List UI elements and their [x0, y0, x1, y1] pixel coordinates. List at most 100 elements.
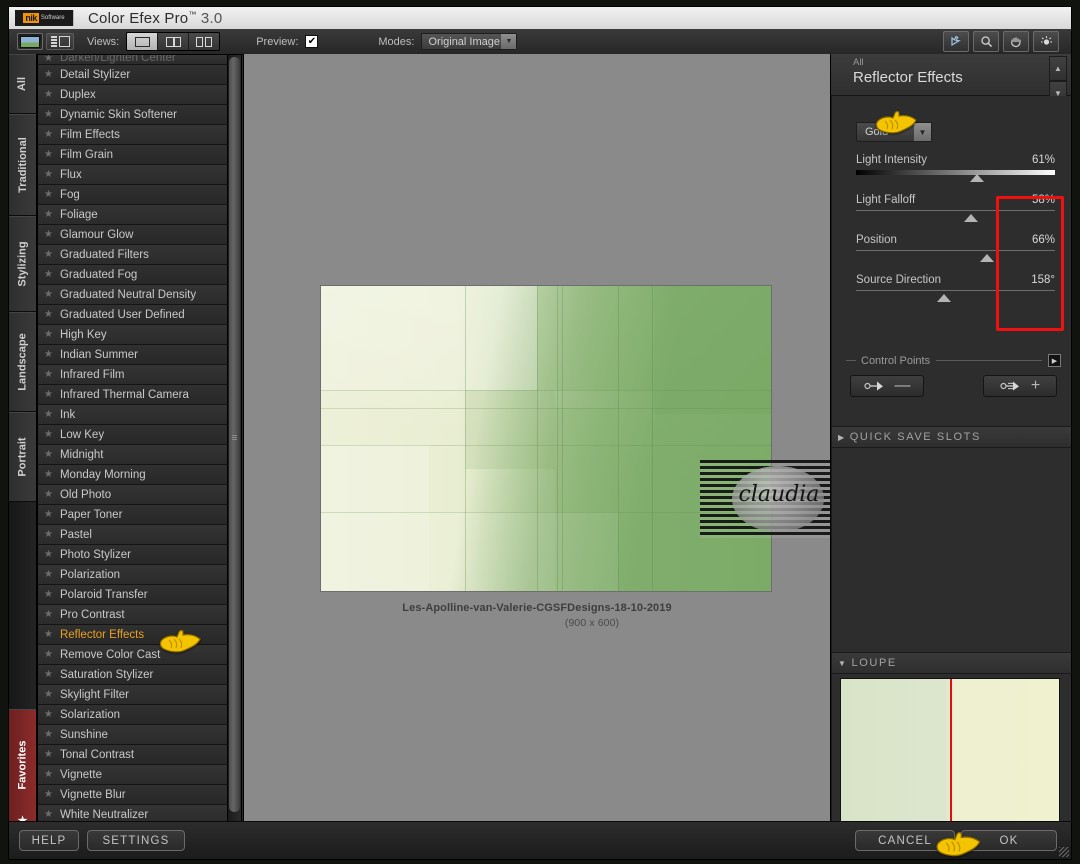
sidebar-tab-stylizing[interactable]: Stylizing — [9, 216, 36, 312]
loupe-tool-icon[interactable] — [1033, 31, 1059, 52]
list-item[interactable]: ★ Graduated Filters — [38, 245, 228, 265]
list-item[interactable]: ★ Remove Color Cast — [38, 645, 228, 665]
list-item[interactable]: ★ Midnight — [38, 445, 228, 465]
star-icon[interactable]: ★ — [44, 729, 53, 740]
list-item[interactable]: ★ Polaroid Transfer — [38, 585, 228, 605]
star-icon[interactable]: ★ — [44, 189, 53, 200]
slider-source-direction[interactable]: Source Direction 158° — [856, 268, 1055, 308]
star-icon[interactable]: ★ — [44, 389, 53, 400]
slider-handle[interactable] — [936, 294, 951, 302]
star-icon[interactable]: ★ — [44, 349, 53, 360]
single-pane-icon[interactable] — [127, 33, 159, 50]
star-icon[interactable]: ★ — [44, 309, 53, 320]
slider-handle[interactable] — [970, 174, 985, 182]
list-item[interactable]: ★ Dynamic Skin Softener — [38, 105, 228, 125]
star-icon[interactable]: ★ — [44, 329, 53, 340]
star-icon[interactable]: ★ — [44, 69, 53, 80]
slider-position[interactable]: Position 66% — [856, 228, 1055, 268]
star-icon[interactable]: ★ — [44, 429, 53, 440]
list-item[interactable]: ★ Infrared Film — [38, 365, 228, 385]
sidebar-tab-landscape[interactable]: Landscape — [9, 312, 36, 412]
list-item[interactable]: ★ Solarization — [38, 705, 228, 725]
star-icon[interactable]: ★ — [44, 509, 53, 520]
list-item-selected[interactable]: ★ Reflector Effects — [38, 625, 228, 645]
list-item[interactable]: ★ Glamour Glow — [38, 225, 228, 245]
star-icon[interactable]: ★ — [44, 109, 53, 120]
star-icon[interactable]: ★ — [44, 549, 53, 560]
slider-track[interactable] — [856, 250, 1055, 262]
chevron-up-icon[interactable]: ▲ — [1049, 56, 1067, 81]
list-item[interactable]: ★ Vignette Blur — [38, 785, 228, 805]
split-pane-icon[interactable] — [158, 33, 190, 50]
star-icon[interactable]: ★ — [44, 169, 53, 180]
remove-control-point-button[interactable]: — — [850, 375, 924, 397]
scrollbar-thumb[interactable] — [229, 57, 240, 812]
cancel-button[interactable]: CANCEL — [855, 830, 955, 851]
list-item[interactable]: ★ Pro Contrast — [38, 605, 228, 625]
list-item[interactable]: ★ Fog — [38, 185, 228, 205]
star-icon[interactable]: ★ — [44, 369, 53, 380]
list-item[interactable]: ★ Film Effects — [38, 125, 228, 145]
star-icon[interactable]: ★ — [44, 649, 53, 660]
list-item[interactable]: ★ Low Key — [38, 425, 228, 445]
slider-track[interactable] — [856, 290, 1055, 302]
star-icon[interactable]: ★ — [44, 249, 53, 260]
list-item[interactable]: ★ Detail Stylizer — [38, 65, 228, 85]
star-icon[interactable]: ★ — [44, 89, 53, 100]
star-icon[interactable]: ★ — [44, 669, 53, 680]
pan-hand-tool-icon[interactable] — [1003, 31, 1029, 52]
slider-handle[interactable] — [980, 254, 995, 262]
window-resize-grip[interactable] — [1059, 847, 1069, 857]
list-item[interactable]: ★ Sunshine — [38, 725, 228, 745]
list-item[interactable]: ★ Infrared Thermal Camera — [38, 385, 228, 405]
preset-dropdown[interactable]: Gold ▼ — [856, 122, 932, 142]
sidebar-tab-traditional[interactable]: Traditional — [9, 114, 36, 216]
list-item[interactable]: ★ Paper Toner — [38, 505, 228, 525]
list-item[interactable]: ★ Tonal Contrast — [38, 745, 228, 765]
filter-list[interactable]: ★ Darken/Lighten Center ★ Detail Stylizer ★ D… — [38, 55, 228, 821]
slider-light-intensity[interactable]: Light Intensity 61% — [856, 148, 1055, 188]
zoom-tool-icon[interactable] — [973, 31, 999, 52]
star-icon[interactable]: ★ — [44, 629, 53, 640]
two-pane-icon[interactable] — [189, 33, 220, 50]
star-icon[interactable]: ★ — [44, 269, 53, 280]
list-item[interactable]: ★ Graduated Fog — [38, 265, 228, 285]
filter-list-scrollbar[interactable] — [227, 55, 241, 821]
slider-track[interactable] — [856, 210, 1055, 222]
preview-checkbox[interactable]: ✔ — [305, 35, 319, 48]
loupe-preview[interactable] — [840, 678, 1060, 843]
pointer-tool-icon[interactable] — [943, 31, 969, 52]
list-item[interactable]: ★ White Neutralizer — [38, 805, 228, 821]
add-control-point-button[interactable]: + — [983, 375, 1057, 397]
list-item[interactable]: ★ Duplex — [38, 85, 228, 105]
star-icon[interactable]: ★ — [44, 749, 53, 760]
star-icon[interactable]: ★ — [44, 289, 53, 300]
star-icon[interactable]: ★ — [44, 489, 53, 500]
ok-button[interactable]: OK — [961, 830, 1057, 851]
list-item[interactable]: ★ Photo Stylizer — [38, 545, 228, 565]
list-item[interactable]: ★ Graduated Neutral Density — [38, 285, 228, 305]
modes-dropdown[interactable]: Original Image ▼ — [421, 33, 518, 50]
list-item[interactable]: ★ Monday Morning — [38, 465, 228, 485]
play-triangle-icon[interactable]: ▶ — [1048, 354, 1061, 367]
star-icon[interactable]: ★ — [44, 789, 53, 800]
star-icon[interactable]: ★ — [44, 609, 53, 620]
list-item[interactable]: ★ High Key — [38, 325, 228, 345]
list-item[interactable]: ★ Vignette — [38, 765, 228, 785]
list-item[interactable]: ★ Old Photo — [38, 485, 228, 505]
sidebar-tab-favorites[interactable]: Favorites ★ — [9, 709, 36, 834]
star-icon[interactable]: ★ — [44, 449, 53, 460]
sidebar-tab-all[interactable]: All — [9, 54, 36, 114]
star-icon[interactable]: ★ — [44, 469, 53, 480]
image-canvas[interactable]: claudia Les-Apolline-van-Valerie-CGSFDes… — [243, 54, 831, 822]
star-icon[interactable]: ★ — [44, 229, 53, 240]
star-icon[interactable]: ★ — [44, 529, 53, 540]
preview-image[interactable] — [320, 285, 772, 592]
slider-track[interactable] — [856, 170, 1055, 182]
list-view-icon[interactable] — [46, 33, 74, 50]
list-item[interactable]: ★ Graduated User Defined — [38, 305, 228, 325]
list-item[interactable]: ★ Flux — [38, 165, 228, 185]
list-item[interactable]: ★ Foliage — [38, 205, 228, 225]
slider-handle[interactable] — [964, 214, 979, 222]
star-icon[interactable]: ★ — [44, 149, 53, 160]
